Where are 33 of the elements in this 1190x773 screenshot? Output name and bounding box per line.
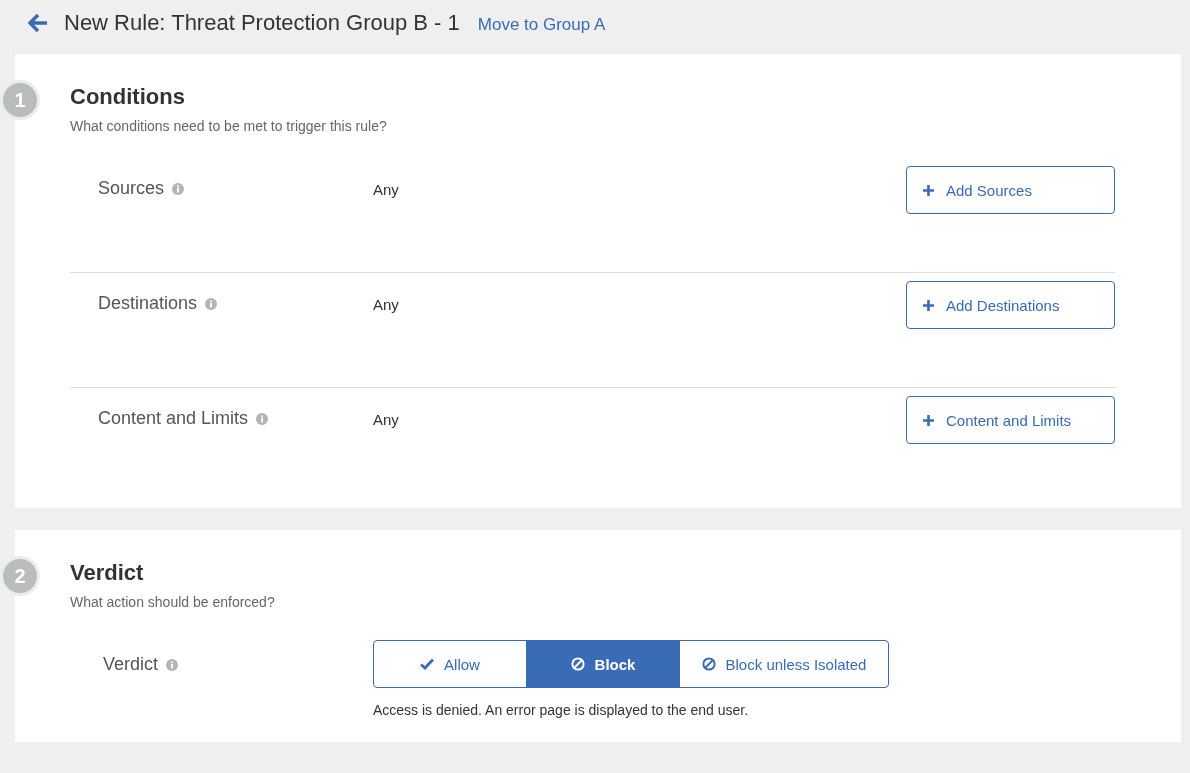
info-icon bbox=[166, 658, 179, 671]
row-label: Content and Limits bbox=[98, 408, 249, 429]
move-group-link[interactable]: Move to Group A bbox=[477, 11, 606, 35]
info-icon bbox=[205, 297, 218, 310]
step-number: 2 bbox=[0, 556, 40, 596]
verdict-option[interactable]: Block unless Isolated bbox=[679, 640, 889, 688]
check-icon bbox=[420, 658, 435, 670]
section-title: Conditions bbox=[70, 84, 186, 110]
row-label: Sources bbox=[98, 178, 165, 199]
plus-icon bbox=[923, 414, 934, 426]
add-button[interactable]: Content and Limits bbox=[906, 396, 1115, 444]
section-subtitle: What conditions need to be met to trigger this rule? bbox=[70, 118, 388, 134]
info-icon bbox=[172, 182, 185, 195]
step-number: 1 bbox=[0, 80, 40, 120]
row-value: Any bbox=[373, 181, 399, 198]
add-button[interactable]: Add Sources bbox=[906, 166, 1115, 214]
ban-icon bbox=[570, 657, 585, 671]
verdict-option[interactable]: Block bbox=[526, 640, 680, 688]
verdict-description: Access is denied. An error page is displayed to the end user. bbox=[373, 702, 750, 718]
row-value: Any bbox=[373, 296, 399, 313]
plus-icon bbox=[923, 184, 934, 196]
section-title: Verdict bbox=[70, 560, 145, 586]
plus-icon bbox=[923, 299, 934, 311]
page-title: New Rule: Threat Protection Group B - 1 bbox=[64, 10, 460, 36]
add-button[interactable]: Add Destinations bbox=[906, 281, 1115, 329]
verdict-option[interactable]: Allow bbox=[373, 640, 527, 688]
row-value: Any bbox=[373, 411, 399, 428]
info-icon bbox=[256, 412, 269, 425]
row-label: Verdict bbox=[103, 654, 159, 675]
row-label: Destinations bbox=[98, 293, 198, 314]
section-subtitle: What action should be enforced? bbox=[70, 594, 276, 610]
ban-icon bbox=[701, 657, 716, 671]
back-arrow-icon[interactable] bbox=[28, 14, 48, 32]
